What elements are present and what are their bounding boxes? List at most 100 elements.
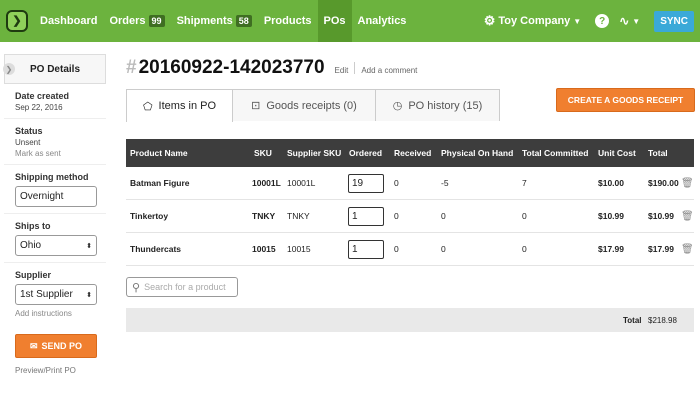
supplier-label: Supplier <box>15 270 52 280</box>
shipping-method-section: Shipping method Overnight <box>4 165 106 214</box>
tab-items-in-po-label: Items in PO <box>158 100 217 112</box>
sku: TNKY <box>252 211 276 221</box>
sidebar-title: PO Details <box>29 63 81 75</box>
select-arrows-icon: ⬍ <box>86 242 92 250</box>
col-total-committed: Total Committed <box>522 148 589 158</box>
col-physical-on-hand: Physical On Hand <box>441 148 514 158</box>
po-items-table: Product Name SKU Supplier SKU Ordered Re… <box>126 139 694 266</box>
collapse-sidebar-icon[interactable]: ❯ <box>3 63 15 75</box>
received-qty: 0 <box>394 178 399 188</box>
shipping-method-input[interactable]: Overnight <box>15 186 97 207</box>
line-total: $17.99 <box>648 244 674 254</box>
tab-po-history-label: PO history (15) <box>408 99 483 112</box>
nav-orders[interactable]: Orders 99 <box>103 0 170 42</box>
nav-dashboard[interactable]: Dashboard <box>34 0 103 42</box>
search-icon: ⚲ <box>132 281 141 294</box>
tag-icon: ⬠ <box>142 100 153 113</box>
status-value: Unsent <box>15 138 41 147</box>
add-instructions-link[interactable]: Add instructions <box>15 309 106 318</box>
ships-to-value: Ohio <box>20 240 42 251</box>
company-menu[interactable]: ⚙ Toy Company ▼ <box>484 13 582 29</box>
physical-on-hand: 0 <box>441 211 446 221</box>
total-value: $218.98 <box>648 316 677 325</box>
preview-print-link[interactable]: Preview/Print PO <box>15 366 106 375</box>
tab-items-in-po[interactable]: ⬠ Items in PO <box>126 89 233 122</box>
add-comment-link[interactable]: Add a comment <box>361 66 417 75</box>
envelope-icon: ✉ <box>29 340 38 351</box>
received-qty: 0 <box>394 244 399 254</box>
table-row: Thundercats 10015 10015 1 0 0 0 $17.99 $… <box>126 233 694 266</box>
product-name[interactable]: Batman Figure <box>130 178 190 188</box>
unit-cost: $10.99 <box>598 211 624 221</box>
send-po-label: SEND PO <box>41 341 83 351</box>
app-logo[interactable]: ❯ <box>6 10 28 32</box>
trash-icon[interactable]: 🗑 <box>681 244 694 255</box>
sidebar-header: ❯ PO Details <box>3 54 106 84</box>
help-icon[interactable]: ? <box>595 14 610 28</box>
trash-icon[interactable]: 🗑 <box>681 211 694 222</box>
sync-button[interactable]: SYNC <box>654 10 694 32</box>
po-number: 20160922-142023770 <box>138 57 325 78</box>
ordered-quantity-input[interactable]: 1 <box>348 206 384 226</box>
supplier-section: Supplier 1st Supplier ⬍ Add instructions <box>4 263 106 324</box>
edit-link[interactable]: Edit <box>335 66 349 75</box>
ships-to-select[interactable]: Ohio ⬍ <box>15 235 97 256</box>
nav-pos[interactable]: POs <box>317 0 352 42</box>
product-name[interactable]: Tinkertoy <box>130 211 168 221</box>
supplier-sku: TNKY <box>287 211 310 221</box>
mark-as-sent-link[interactable]: Mark as sent <box>15 149 106 158</box>
tab-goods-receipts[interactable]: ⊡ Goods receipts (0) <box>232 89 376 121</box>
nav-analytics-label: Analytics <box>357 15 407 27</box>
hash-symbol: # <box>126 57 137 78</box>
date-created-label: Date created <box>15 91 70 101</box>
nav-right: ⚙ Toy Company ▼ ? ∿ ▼ SYNC <box>484 0 700 42</box>
inbox-icon: ⊡ <box>251 100 261 112</box>
nav-products[interactable]: Products <box>258 0 318 42</box>
nav-shipments-label: Shipments <box>176 15 233 27</box>
col-ordered: Ordered <box>349 148 383 158</box>
divider <box>354 62 356 74</box>
nav-dashboard-label: Dashboard <box>40 15 98 27</box>
gear-icon: ⚙ <box>483 13 496 28</box>
nav-analytics[interactable]: Analytics <box>352 0 413 42</box>
date-created-value: Sep 22, 2016 <box>15 103 63 112</box>
trash-icon[interactable]: 🗑 <box>681 178 694 189</box>
po-details-sidebar: ❯ PO Details Date created Sep 22, 2016 S… <box>3 54 106 375</box>
activity-menu[interactable]: ∿ ▼ <box>619 14 640 28</box>
company-name: Toy Company <box>498 15 571 27</box>
col-product-name: Product Name <box>130 148 188 158</box>
chevron-down-icon: ▼ <box>632 16 641 26</box>
col-received: Received <box>394 148 432 158</box>
col-supplier-sku: Supplier SKU <box>287 148 342 158</box>
unit-cost: $17.99 <box>598 244 624 254</box>
product-search-input[interactable]: ⚲ Search for a product <box>126 277 238 297</box>
status-label: Status <box>15 126 43 136</box>
nav-shipments[interactable]: Shipments 58 <box>171 0 258 42</box>
supplier-sku: 10015 <box>287 244 311 254</box>
tab-po-history[interactable]: ◷ PO history (15) <box>375 89 500 121</box>
sku: 10015 <box>252 244 276 254</box>
nav-pos-label: POs <box>323 15 346 27</box>
ordered-quantity-input[interactable]: 1 <box>348 239 384 259</box>
status-section: Status Unsent Mark as sent <box>4 119 106 165</box>
supplier-sku: 10001L <box>287 178 316 188</box>
search-placeholder: Search for a product <box>144 282 226 292</box>
table-header: Product Name SKU Supplier SKU Ordered Re… <box>126 139 694 167</box>
table-row: Batman Figure 10001L 10001L 19 0 -5 7 $1… <box>126 167 694 200</box>
supplier-select[interactable]: 1st Supplier ⬍ <box>15 284 97 305</box>
table-row: Tinkertoy TNKY TNKY 1 0 0 0 $10.99 $10.9… <box>126 200 694 233</box>
product-name[interactable]: Thundercats <box>130 244 181 254</box>
activity-icon: ∿ <box>619 14 630 28</box>
received-qty: 0 <box>394 211 399 221</box>
col-unit-cost: Unit Cost <box>598 148 636 158</box>
shipping-method-label: Shipping method <box>15 172 89 182</box>
create-goods-receipt-button[interactable]: CREATE A GOODS RECEIPT <box>556 88 695 112</box>
total-committed: 0 <box>522 211 527 221</box>
tab-goods-receipts-label: Goods receipts (0) <box>266 99 357 112</box>
sku: 10001L <box>252 178 281 188</box>
ordered-quantity-input[interactable]: 19 <box>348 173 384 193</box>
select-arrows-icon: ⬍ <box>86 291 92 299</box>
line-total: $190.00 <box>648 178 679 188</box>
total-committed: 0 <box>522 244 527 254</box>
send-po-button[interactable]: ✉ SEND PO <box>15 334 97 358</box>
